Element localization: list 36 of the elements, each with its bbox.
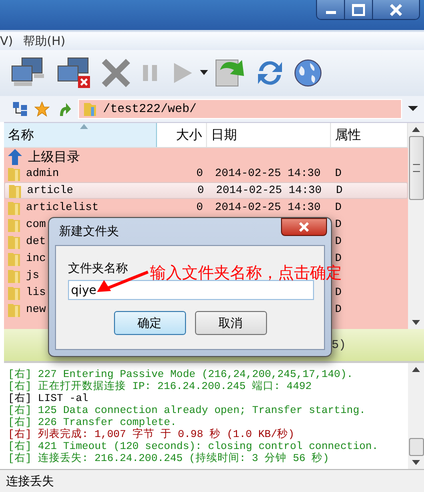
file-attribute: D bbox=[335, 286, 342, 298]
field-label: 文件夹名称 bbox=[68, 260, 128, 277]
file-name: js bbox=[26, 270, 40, 282]
log-line: [右] 421 Timeout (120 seconds): closing control connection. bbox=[8, 441, 380, 453]
log-line: [右] 125 Data connection already open; Transfer starting. bbox=[8, 405, 367, 417]
file-date: 2014-02-25 14:30 bbox=[215, 168, 321, 180]
file-name: 上级目录 bbox=[28, 148, 80, 166]
file-attribute: D bbox=[335, 168, 342, 180]
file-date: 2014-02-25 14:30 bbox=[216, 184, 322, 196]
file-name: det bbox=[26, 236, 46, 248]
file-name: com bbox=[26, 218, 46, 230]
file-size: 0 bbox=[196, 202, 203, 214]
file-attribute: D bbox=[335, 252, 342, 264]
file-attribute: D bbox=[335, 202, 342, 214]
log-line: [右] 227 Entering Passive Mode (216,24,200,245,17,140). bbox=[8, 369, 354, 381]
log-line: [右] 正在打开数据连接 IP: 216.24.200.245 端口: 4492 bbox=[8, 381, 313, 393]
file-size: 0 bbox=[196, 168, 203, 180]
file-name: inc bbox=[26, 252, 46, 264]
file-name: articlelist bbox=[26, 202, 99, 214]
log-line: [右] 226 Transfer complete. bbox=[8, 417, 178, 429]
file-name: lis bbox=[26, 286, 46, 298]
file-name: admin bbox=[26, 168, 60, 180]
file-size: 0 bbox=[197, 184, 204, 196]
file-attribute: D bbox=[335, 304, 342, 316]
file-name: article bbox=[27, 184, 74, 196]
file-attribute: D bbox=[335, 218, 342, 230]
log-line: [右] LIST -al bbox=[8, 393, 90, 405]
log-line: [右] 连接丢失: 216.24.200.245 (持续时间: 3 分钟 56 秒) bbox=[8, 453, 330, 465]
status-text: 连接丢失 bbox=[6, 472, 54, 490]
log-line: [右] 列表完成: 1,007 字节 于 0.98 秒 (1.0 KB/秒) bbox=[8, 429, 296, 441]
file-name: new bbox=[26, 304, 46, 316]
file-attribute: D bbox=[335, 236, 342, 248]
queue-text: 5) bbox=[332, 338, 346, 352]
file-date: 2014-02-25 14:30 bbox=[215, 202, 321, 214]
dialog-title: 新建文件夹 bbox=[59, 223, 119, 240]
file-attribute: D bbox=[336, 184, 343, 196]
